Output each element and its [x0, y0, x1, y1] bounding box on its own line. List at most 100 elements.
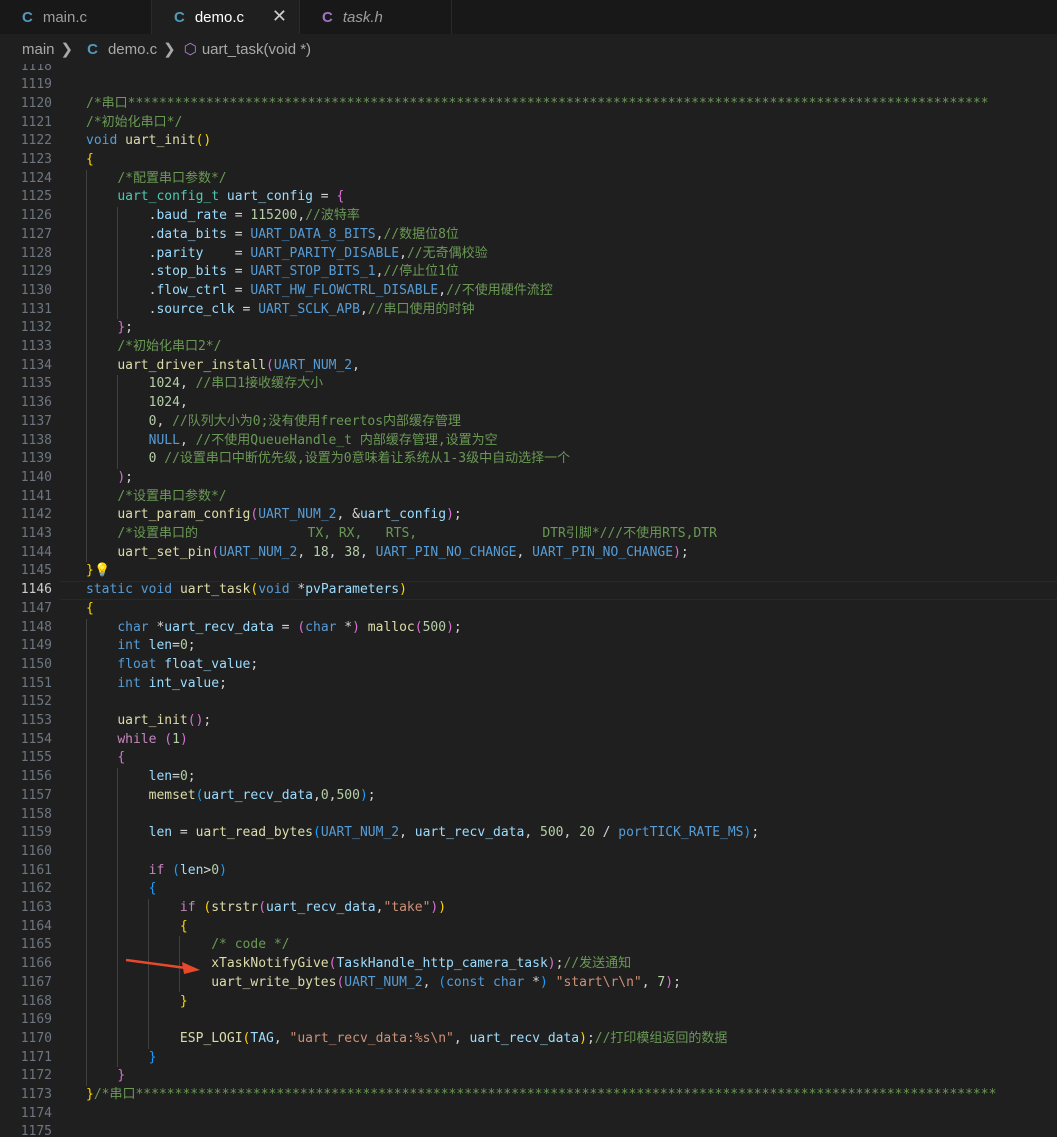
token-plain: =	[226, 264, 251, 280]
code-line[interactable]: 1171 }	[0, 1049, 1057, 1068]
code-line[interactable]: 1161 if (len>0)	[0, 862, 1057, 881]
token-bracket: ()	[195, 133, 212, 149]
breadcrumb-file[interactable]: demo.c	[108, 41, 157, 58]
token-plain: ;	[367, 787, 376, 803]
code-line[interactable]: 1143 /*设置串口的 TX, RX, RTS, DTR引脚*///不使用RT…	[0, 525, 1057, 544]
code-line[interactable]: 1141 /*设置串口参数*/	[0, 488, 1057, 507]
code-line[interactable]: 1137 0, //队列大小为0;没有使用freertos内部缓存管理	[0, 413, 1057, 432]
line-number: 1175	[20, 1124, 52, 1137]
token-string: "take"	[383, 900, 431, 915]
token-plain: ,	[453, 1030, 470, 1046]
tab-main-c[interactable]: C main.c	[0, 0, 152, 34]
token-comment: /* code */	[211, 937, 290, 953]
breadcrumb-symbol[interactable]: uart_task(void *)	[202, 41, 311, 58]
token-number: 0	[179, 769, 188, 785]
code-line[interactable]: 1165 /* code */	[0, 936, 1057, 955]
code-line[interactable]: 1131 .source_clk = UART_SCLK_APB,//串口使用的…	[0, 301, 1057, 320]
code-line[interactable]: 1147 {	[0, 600, 1057, 619]
code-line[interactable]: 1152	[0, 693, 1057, 712]
token-plain: ,	[179, 432, 196, 448]
token-macro: UART_NUM_2	[219, 544, 298, 560]
code-line[interactable]: 1158	[0, 806, 1057, 825]
code-line[interactable]: 1149 int len=0;	[0, 637, 1057, 656]
code-line[interactable]: 1156 len=0;	[0, 768, 1057, 787]
code-line[interactable]: 1130 .flow_ctrl = UART_HW_FLOWCTRL_DISAB…	[0, 282, 1057, 301]
token-variable: TAG	[250, 1030, 274, 1046]
code-line[interactable]: 1121 /*初始化串口*/	[0, 114, 1057, 133]
code-line[interactable]: 1150 float float_value;	[0, 656, 1057, 675]
token-bracket2: (	[414, 619, 423, 635]
token-macro: UART_NUM_2	[344, 974, 423, 990]
line-number: 1170	[20, 1030, 52, 1046]
code-line[interactable]: 1126 .baud_rate = 115200,//波特率	[0, 207, 1057, 226]
token-bracket2: )	[446, 619, 454, 635]
code-line[interactable]: 1119	[0, 76, 1057, 95]
code-line[interactable]: 1118	[0, 64, 1057, 76]
code-line[interactable]: 1135 1024, //串口1接收缓存大小	[0, 375, 1057, 394]
tab-task-h[interactable]: C task.h	[300, 0, 452, 34]
code-line[interactable]: 1148 char *uart_recv_data = (char *) mal…	[0, 619, 1057, 638]
code-line[interactable]: 1138 NULL, //不使用QueueHandle_t 内部缓存管理,设置为…	[0, 432, 1057, 451]
line-number: 1164	[20, 918, 52, 934]
lightbulb-icon[interactable]: 💡	[94, 562, 110, 581]
token-variable: uart_recv_data	[203, 787, 313, 803]
token-number: 0	[211, 862, 220, 878]
code-line[interactable]: 1132 };	[0, 319, 1057, 338]
breadcrumb-folder[interactable]: main	[22, 41, 55, 58]
code-line[interactable]: 1124 /*配置串口参数*/	[0, 170, 1057, 189]
line-number: 1137	[20, 413, 52, 429]
code-line[interactable]: 1153 uart_init();	[0, 712, 1057, 731]
code-line[interactable]: 1151 int int_value;	[0, 675, 1057, 694]
token-variable: pvParameters	[305, 582, 400, 598]
code-line[interactable]: 1173}/*串口*******************************…	[0, 1086, 1057, 1105]
code-line[interactable]: 1127 .data_bits = UART_DATA_8_BITS,//数据位…	[0, 226, 1057, 245]
code-line[interactable]: 1139 0 //设置串口中断优先级,设置为0意味着让系统从1-3级中自动选择一…	[0, 450, 1057, 469]
code-line[interactable]: 1125 uart_config_t uart_config = {	[0, 188, 1057, 207]
code-line[interactable]: 1155 {	[0, 749, 1057, 768]
token-plain: ,	[516, 544, 533, 560]
code-line[interactable]: 1129 .stop_bits = UART_STOP_BITS_1,//停止位…	[0, 263, 1057, 282]
code-line[interactable]: 1160	[0, 843, 1057, 862]
code-line[interactable]: 1169	[0, 1011, 1057, 1030]
code-line[interactable]: 1146 static void uart_task(void *pvParame…	[0, 581, 1057, 601]
indent-guide	[117, 207, 118, 320]
code-line[interactable]: 1159 len = uart_read_bytes(UART_NUM_2, u…	[0, 824, 1057, 843]
code-line[interactable]: 1175	[0, 1123, 1057, 1137]
token-bracket3: (	[438, 974, 447, 990]
code-line[interactable]: 1140 );	[0, 469, 1057, 488]
code-line[interactable]: 1168 }	[0, 993, 1057, 1012]
token-macro: UART_NUM_2	[258, 507, 337, 523]
code-line[interactable]: 1172 }	[0, 1067, 1057, 1086]
token-keyword: static	[86, 582, 133, 598]
code-line[interactable]: 1164 {	[0, 918, 1057, 937]
code-line[interactable]: 1136 1024,	[0, 394, 1057, 413]
code-line[interactable]: 1163 if (strstr(uart_recv_data,"take"))	[0, 899, 1057, 918]
close-icon[interactable]: ✕	[272, 6, 287, 27]
token-bracket2: ()	[187, 713, 204, 728]
code-line[interactable]: 1128 .parity = UART_PARITY_DISABLE,//无奇偶…	[0, 245, 1057, 264]
code-line[interactable]: 1122 void uart_init()	[0, 132, 1057, 151]
code-line[interactable]: 1144 uart_set_pin(UART_NUM_2, 18, 38, UA…	[0, 544, 1057, 563]
code-line[interactable]: 1162 {	[0, 880, 1057, 899]
token-number: 1024	[148, 376, 180, 392]
code-line[interactable]: 1134 uart_driver_install(UART_NUM_2,	[0, 357, 1057, 376]
token-variable: uart_config	[226, 189, 313, 205]
code-line[interactable]: 1123 {	[0, 151, 1057, 170]
token-bracket2: )	[665, 974, 674, 990]
code-line[interactable]: 1133 /*初始化串口2*/	[0, 338, 1057, 357]
token-plain: *	[289, 582, 306, 598]
token-comment: //不使用QueueHandle_t 内部缓存管理,设置为空	[195, 432, 498, 448]
code-line[interactable]: 1170 ESP_LOGI(TAG, "uart_recv_data:%s\n"…	[0, 1030, 1057, 1049]
token-plain: =	[172, 769, 180, 785]
code-line[interactable]: 1157 memset(uart_recv_data,0,500);	[0, 787, 1057, 806]
code-line[interactable]: 1145} 💡	[0, 562, 1057, 581]
code-line[interactable]: 1174	[0, 1105, 1057, 1124]
tab-demo-c[interactable]: C demo.c ✕	[152, 0, 300, 34]
token-keyword: int	[117, 638, 141, 654]
code-line[interactable]: 1142 uart_param_config(UART_NUM_2, &uart…	[0, 506, 1057, 525]
code-line[interactable]: 1120 /*串口********************************…	[0, 95, 1057, 114]
code-line[interactable]: 1154 while (1)	[0, 731, 1057, 750]
token-keyword: char	[305, 619, 337, 635]
